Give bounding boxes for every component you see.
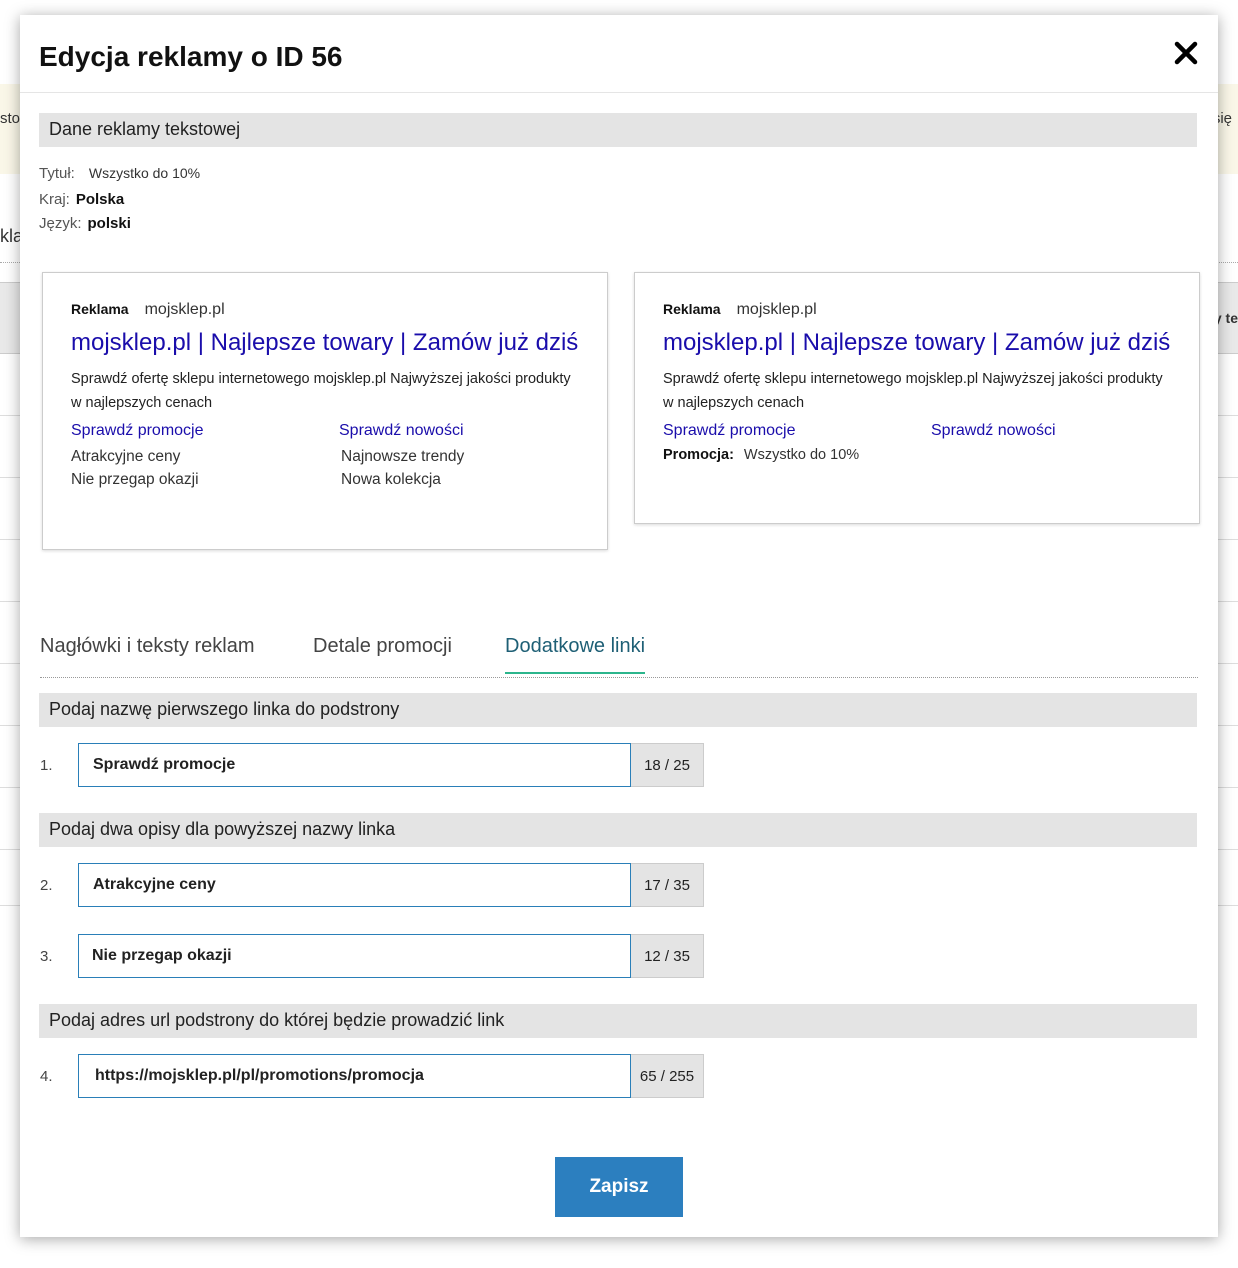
ad-data-section-title: Dane reklamy tekstowej xyxy=(39,113,1197,147)
char-counter: 17 / 35 xyxy=(631,863,704,907)
field-number: 2. xyxy=(40,877,53,894)
ad-preview-card: Reklama mojsklep.pl mojsklep.pl | Najleps… xyxy=(42,272,608,550)
meta-title-label: Tytuł: xyxy=(39,165,75,182)
meta-language-row: Język: polski xyxy=(39,215,131,232)
ad-sitelink[interactable]: Sprawdź nowości xyxy=(339,422,464,440)
modal-title: Edycja reklamy o ID 56 xyxy=(39,41,343,72)
ad-preview-card-promo: Reklama mojsklep.pl mojsklep.pl | Najleps… xyxy=(634,272,1200,524)
close-button[interactable] xyxy=(1172,39,1200,67)
ad-sitelink[interactable]: Sprawdź promocje xyxy=(663,422,796,440)
ad-headline[interactable]: mojsklep.pl | Najlepsze towary | Zamów j… xyxy=(71,325,579,361)
meta-country-row: Kraj: Polska xyxy=(39,191,124,208)
ad-headline[interactable]: mojsklep.pl | Najlepsze towary | Zamów j… xyxy=(663,325,1171,361)
ad-sitelink-desc-row: Nie przegap okazji Nowa kolekcja xyxy=(71,468,579,491)
sitelink-url-input[interactable] xyxy=(78,1054,631,1098)
field-number: 4. xyxy=(40,1068,53,1085)
meta-title-value: Wszystko do 10% xyxy=(88,165,201,181)
ad-sitelink-desc-row: Atrakcyjne ceny Najnowsze trendy xyxy=(71,445,579,468)
field-number: 3. xyxy=(40,948,53,965)
background-text-fragment: sto xyxy=(0,110,21,127)
char-counter: 18 / 25 xyxy=(631,743,704,787)
ad-badge: Reklama xyxy=(71,301,129,317)
ad-sitelinks: Sprawdź promocje Sprawdź nowości xyxy=(663,419,1171,445)
ad-sitelink-description: Nie przegap okazji xyxy=(71,471,199,488)
save-button[interactable]: Zapisz xyxy=(555,1157,683,1217)
ad-badge: Reklama xyxy=(663,301,721,317)
modal-header: Edycja reklamy o ID 56 xyxy=(20,15,1218,93)
ad-sitelink[interactable]: Sprawdź promocje xyxy=(71,422,204,440)
meta-country-value: Polska xyxy=(75,191,125,208)
link-url-section-title: Podaj adres url podstrony do której będz… xyxy=(39,1004,1197,1038)
tab-additional-links[interactable]: Dodatkowe linki xyxy=(505,635,646,674)
field-number: 1. xyxy=(40,757,53,774)
ad-promotion-label: Promocja: xyxy=(663,447,734,463)
meta-country-label: Kraj: xyxy=(39,191,70,208)
ad-sitelink[interactable]: Sprawdź nowości xyxy=(931,422,1056,440)
ad-preview-top: Reklama mojsklep.pl xyxy=(71,301,579,323)
ad-sitelink-description: Atrakcyjne ceny xyxy=(71,448,181,465)
ad-description: Sprawdź ofertę sklepu internetowego mojs… xyxy=(663,371,1163,411)
link-descriptions-section-title: Podaj dwa opisy dla powyższej nazwy link… xyxy=(39,813,1197,847)
meta-title-row: Tytuł: Wszystko do 10% xyxy=(39,165,200,182)
tab-promotion-details[interactable]: Detale promocji xyxy=(313,635,452,672)
ad-promotion-value: Wszystko do 10% xyxy=(743,447,860,463)
tab-bar: Nagłówki i teksty reklam Detale promocji… xyxy=(40,627,1198,678)
ad-domain: mojsklep.pl xyxy=(144,301,225,318)
edit-ad-modal: Edycja reklamy o ID 56 Dane reklamy teks… xyxy=(20,15,1218,1237)
tab-headlines-texts[interactable]: Nagłówki i teksty reklam xyxy=(40,635,255,672)
ad-domain: mojsklep.pl xyxy=(736,301,817,318)
ad-promotion: Promocja: Wszystko do 10% xyxy=(663,447,1171,477)
char-counter: 65 / 255 xyxy=(631,1054,704,1098)
sitelink-name-input[interactable] xyxy=(78,743,631,787)
char-counter: 12 / 35 xyxy=(631,934,704,978)
ad-description: Sprawdź ofertę sklepu internetowego mojs… xyxy=(71,371,571,411)
sitelink-description-1-input[interactable] xyxy=(78,863,631,907)
close-icon xyxy=(1174,41,1198,65)
sitelink-description-2-input[interactable] xyxy=(78,934,631,978)
first-link-name-section-title: Podaj nazwę pierwszego linka do podstron… xyxy=(39,693,1197,727)
ad-sitelink-description: Nowa kolekcja xyxy=(341,471,441,488)
ad-preview-top: Reklama mojsklep.pl xyxy=(663,301,1171,323)
ad-sitelinks: Sprawdź promocje Sprawdź nowości xyxy=(71,419,579,445)
meta-language-value: polski xyxy=(87,215,131,232)
meta-language-label: Język: xyxy=(39,215,82,232)
ad-sitelink-description: Najnowsze trendy xyxy=(341,448,465,465)
